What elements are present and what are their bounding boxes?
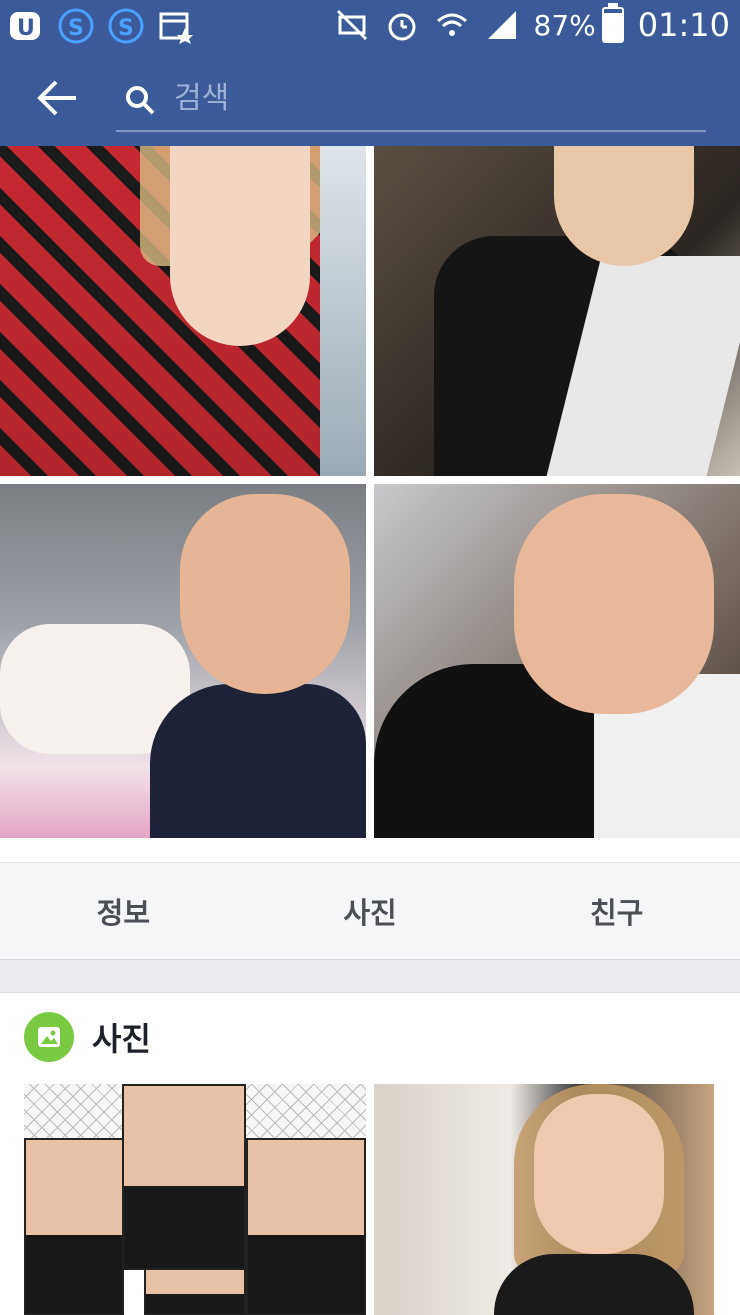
collage-net: [246, 1084, 366, 1140]
tab-photos[interactable]: 사진: [247, 863, 494, 959]
collage-photo: [246, 1138, 366, 1315]
battery-icon: [601, 3, 624, 43]
search-icon: [124, 84, 156, 116]
wifi-icon: [434, 7, 470, 43]
tab-info[interactable]: 정보: [0, 863, 247, 959]
photo-edge: [320, 146, 366, 476]
photos-thumbnail-2[interactable]: [374, 1084, 714, 1315]
photo-face: [180, 494, 350, 694]
signal-icon: [484, 7, 520, 43]
status-left-icons: U S S: [8, 8, 194, 44]
photo-icon: [24, 1012, 74, 1062]
search-input[interactable]: [172, 76, 696, 120]
tab-friends[interactable]: 친구: [493, 863, 740, 959]
profile-photo-1[interactable]: [0, 146, 366, 476]
app-bar: [0, 50, 740, 146]
battery-percent: 87%: [533, 8, 596, 42]
photo-face: [170, 146, 310, 346]
collage-net: [24, 1084, 122, 1140]
clock: 01:10: [637, 6, 730, 44]
section-divider: [0, 960, 740, 993]
collage-photo: [144, 1268, 246, 1315]
battery-level-fill: [603, 13, 622, 41]
photos-section-title: 사진: [92, 1020, 151, 1058]
photo-top: [150, 684, 366, 838]
profile-photo-3[interactable]: [0, 484, 366, 838]
status-right-icons: 87% 01:10: [334, 3, 730, 44]
photos-thumbnail-1[interactable]: [24, 1084, 366, 1315]
calendar-star-icon: [158, 8, 194, 44]
u-plus-icon: U: [8, 8, 44, 44]
photos-section-header[interactable]: 사진: [24, 1012, 151, 1062]
search-bar[interactable]: [116, 68, 706, 132]
back-arrow-icon[interactable]: [36, 80, 80, 116]
profile-tabs: 정보 사진 친구: [0, 862, 740, 960]
svg-text:U: U: [17, 16, 35, 41]
collage-photo: [24, 1138, 124, 1315]
photo-shirt: [494, 1254, 694, 1315]
alarm-icon: [384, 7, 420, 43]
svg-text:S: S: [118, 16, 134, 41]
mute-icon: [334, 7, 370, 43]
collage-photo: [122, 1084, 246, 1270]
profile-photo-2[interactable]: [374, 146, 740, 476]
s-app-icon: S: [108, 8, 144, 44]
profile-photo-4[interactable]: [374, 484, 740, 838]
status-bar: U S S 87% 01:10: [0, 0, 740, 50]
battery-indicator: 87%: [533, 3, 624, 43]
svg-text:S: S: [68, 16, 84, 41]
photo-face: [514, 494, 714, 714]
photo-face: [534, 1094, 664, 1254]
s-app-icon: S: [58, 8, 94, 44]
